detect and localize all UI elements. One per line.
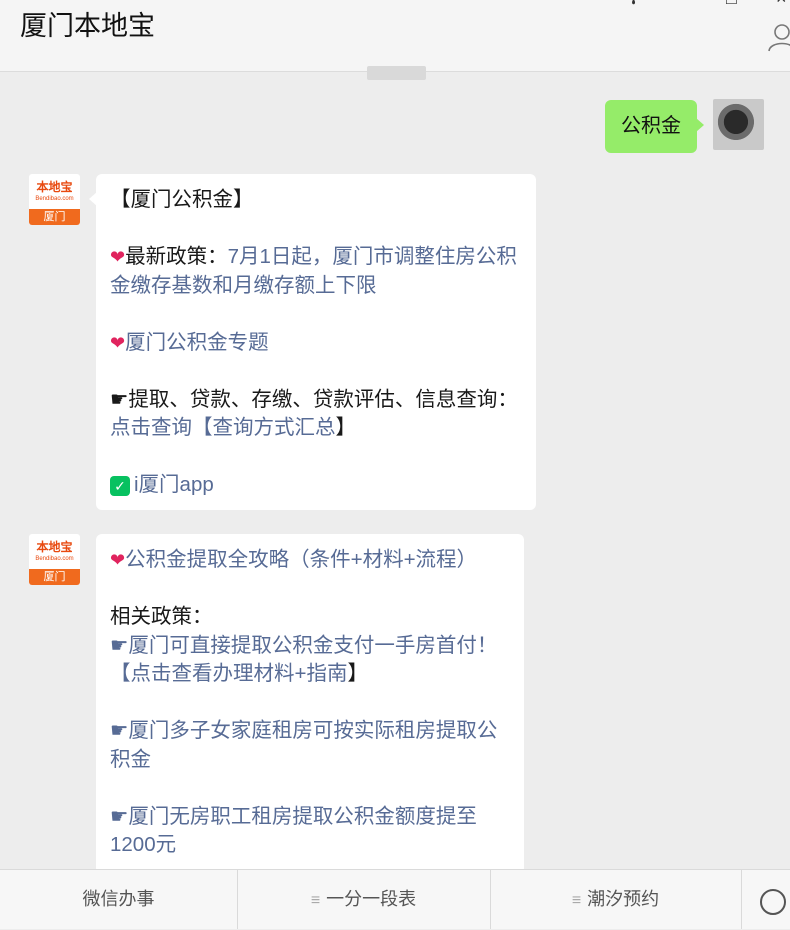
policy-item-link[interactable]: ☛厦门可直接提取公积金支付一手房首付！ <box>110 632 510 661</box>
menu-item-label: 潮汐预约 <box>587 889 660 909</box>
guide-link[interactable]: 公积金提取全攻略（条件+材料+流程） <box>125 548 477 571</box>
services-line: ☛提取、贷款、存缴、贷款评估、信息查询： 点击查询【查询方式汇总】 <box>110 386 522 443</box>
checkmark-icon: ✓ <box>110 475 130 496</box>
menu-item-label: 微信办事 <box>82 889 155 909</box>
query-methods-link[interactable]: 【查询方式汇总 <box>192 416 336 439</box>
materials-link[interactable]: 【点击查看办理材料+指南 <box>110 662 347 685</box>
bot-logo-city: 厦门 <box>29 569 80 585</box>
services-suffix: 】 <box>335 416 357 439</box>
query-link[interactable]: 点击查询 <box>110 416 192 439</box>
heart-icon: ❤ <box>110 247 126 267</box>
bot-avatar[interactable]: 本地宝 Bendibao.com 厦门 <box>29 174 80 225</box>
topic-link[interactable]: 厦门公积金专题 <box>125 331 269 354</box>
bot-logo-city: 厦门 <box>29 209 80 225</box>
services-prefix: ☛提取、贷款、存缴、贷款评估、信息查询： <box>110 387 518 411</box>
topic-line: ❤厦门公积金专题 <box>110 329 522 358</box>
bot-logo-brand: 本地宝 <box>36 540 73 554</box>
user-avatar[interactable] <box>713 99 764 150</box>
menu-list-icon: ≡ <box>310 892 321 909</box>
bot-message-bubble: 【厦门公积金】 ❤最新政策：7月1日起，厦门市调整住房公积金缴存基数和月缴存额上… <box>89 174 536 510</box>
message-title: 【厦门公积金】 <box>110 188 254 211</box>
policy-prefix: 最新政策： <box>125 245 228 268</box>
related-label: 相关政策： <box>110 605 213 628</box>
menu-item-wechat-services[interactable]: 微信办事 <box>0 870 238 929</box>
menu-list-icon: ≡ <box>571 892 582 909</box>
guide-line: ❤公积金提取全攻略（条件+材料+流程） <box>110 546 510 575</box>
bot-logo-domain: Bendibao.com <box>35 556 74 562</box>
timestamp-pill <box>367 66 426 80</box>
menu-item-tide-booking[interactable]: ≡ 潮汐预约 <box>490 870 742 929</box>
app-line: ✓ i厦门app <box>110 471 522 500</box>
menu-item-label: 一分一段表 <box>326 889 417 909</box>
maximize-icon[interactable]: □ <box>726 0 737 9</box>
menu-item-score-table[interactable]: ≡ 一分一段表 <box>237 870 491 929</box>
materials-suffix: 】 <box>347 662 368 685</box>
bot-logo-brand: 本地宝 <box>36 180 73 194</box>
chat-title: 厦门本地宝 <box>20 11 155 41</box>
keyboard-icon[interactable] <box>760 889 786 915</box>
heart-icon: ❤ <box>110 550 126 570</box>
policy-item-link[interactable]: ☛厦门无房职工租房提取公积金额度提至1200元 <box>110 803 510 860</box>
materials-line: 【点击查看办理材料+指南】 <box>110 660 510 689</box>
bot-avatar[interactable]: 本地宝 Bendibao.com 厦门 <box>29 534 80 585</box>
close-icon[interactable]: × <box>776 0 787 9</box>
bot-logo-domain: Bendibao.com <box>35 196 74 202</box>
bottom-menu: 微信办事 ≡ 一分一段表 ≡ 潮汐预约 <box>0 869 790 929</box>
bot-message-bubble: ❤公积金提取全攻略（条件+材料+流程） 相关政策： ☛厦门可直接提取公积金支付一… <box>96 534 524 874</box>
chat-header: 厦门本地宝 ✢ □ × <box>0 0 790 72</box>
profile-icon[interactable] <box>766 22 790 52</box>
pin-icon[interactable]: ✢ <box>626 0 641 9</box>
heart-icon: ❤ <box>110 332 126 353</box>
user-message-bubble[interactable]: 公积金 <box>605 100 704 153</box>
app-link[interactable]: i厦门app <box>134 473 214 496</box>
policy-line: ❤最新政策：7月1日起，厦门市调整住房公积金缴存基数和月缴存额上下限 <box>110 243 522 300</box>
policy-item-link[interactable]: ☛厦门多子女家庭租房可按实际租房提取公积金 <box>110 717 510 774</box>
